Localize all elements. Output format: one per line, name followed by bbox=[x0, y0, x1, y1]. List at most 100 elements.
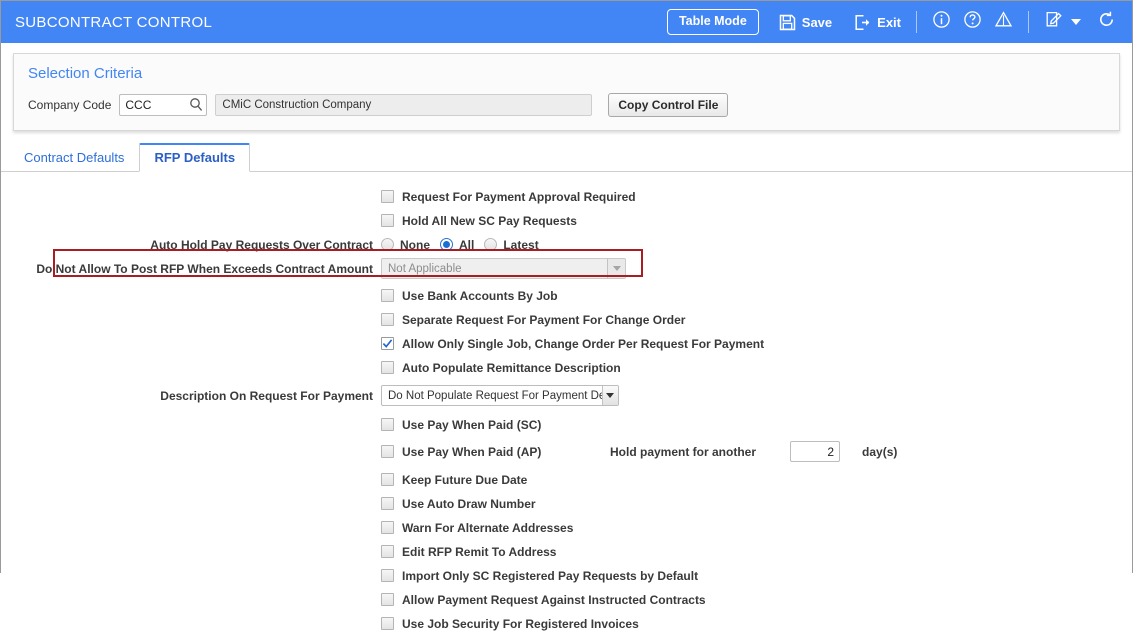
auto-hold-radio-latest-label: Latest bbox=[503, 237, 539, 252]
use-auto-draw-number-control: Use Auto Draw Number bbox=[381, 497, 536, 511]
description-on-request-select[interactable]: Do Not Populate Request For Payment Desc bbox=[381, 385, 619, 406]
use-pay-when-paid-ap-checkbox[interactable] bbox=[381, 445, 394, 458]
company-code-label: Company Code bbox=[28, 98, 112, 112]
dropdown-arrow-icon[interactable] bbox=[607, 259, 625, 278]
description-on-request-control: Do Not Populate Request For Payment Desc bbox=[381, 385, 619, 406]
allow-payment-request-instructed-control: Allow Payment Request Against Instructed… bbox=[381, 593, 706, 607]
content-area: Selection Criteria Company Code CMiC Con… bbox=[1, 43, 1132, 637]
auto-hold-radio-all[interactable] bbox=[440, 238, 453, 251]
form-row: Import Only SC Registered Pay Requests b… bbox=[1, 565, 1132, 586]
use-pay-when-paid-sc-control: Use Pay When Paid (SC) bbox=[381, 418, 541, 432]
hold-payment-days-input[interactable] bbox=[790, 441, 841, 462]
form-row: Use Pay When Paid (AP) Hold payment for … bbox=[1, 441, 1132, 462]
use-pay-when-paid-ap-control: Use Pay When Paid (AP) Hold payment for … bbox=[381, 441, 897, 462]
exit-button[interactable]: Exit bbox=[848, 12, 907, 33]
use-job-security-registered-invoices-label: Use Job Security For Registered Invoices bbox=[402, 616, 639, 631]
description-on-request-value: Do Not Populate Request For Payment Desc bbox=[388, 389, 602, 402]
form-row: Hold All New SC Pay Requests bbox=[1, 210, 1132, 231]
form-row: Separate Request For Payment For Change … bbox=[1, 309, 1132, 330]
tab-strip: Contract Defaults RFP Defaults bbox=[1, 143, 1132, 172]
rfp-defaults-form: Request For Payment Approval Required Ho… bbox=[1, 172, 1132, 634]
form-row: Auto Populate Remittance Description bbox=[1, 357, 1132, 378]
use-pay-when-paid-sc-label: Use Pay When Paid (SC) bbox=[402, 417, 542, 432]
hold-all-new-sc-pay-requests-label: Hold All New SC Pay Requests bbox=[402, 213, 577, 228]
toolbar-divider-2 bbox=[1028, 11, 1029, 33]
import-only-sc-registered-control: Import Only SC Registered Pay Requests b… bbox=[381, 569, 698, 583]
use-bank-accounts-by-job-checkbox[interactable] bbox=[381, 289, 394, 302]
auto-hold-radio-none-label: None bbox=[400, 237, 430, 252]
warning-button[interactable] bbox=[988, 8, 1019, 36]
dropdown-arrow-icon[interactable] bbox=[601, 386, 618, 405]
form-row: Keep Future Due Date bbox=[1, 469, 1132, 490]
separate-request-change-order-label: Separate Request For Payment For Change … bbox=[402, 312, 686, 327]
auto-hold-pay-requests-label: Auto Hold Pay Requests Over Contract bbox=[150, 237, 373, 252]
request-for-payment-approval-required-checkbox[interactable] bbox=[381, 190, 394, 203]
table-mode-button[interactable]: Table Mode bbox=[666, 9, 759, 35]
hold-payment-label: Hold payment for another bbox=[610, 444, 757, 459]
auto-hold-radio-latest[interactable] bbox=[484, 238, 498, 251]
form-row: Do Not Allow To Post RFP When Exceeds Co… bbox=[1, 258, 1132, 279]
help-button[interactable] bbox=[957, 8, 988, 36]
form-row: Description On Request For Payment Do No… bbox=[1, 385, 1132, 406]
post-rfp-exceeds-contract-select[interactable]: Not Applicable bbox=[381, 258, 626, 279]
tab-contract-defaults[interactable]: Contract Defaults bbox=[9, 144, 139, 171]
post-rfp-exceeds-contract-control: Not Applicable bbox=[381, 258, 626, 279]
allow-payment-request-instructed-checkbox[interactable] bbox=[381, 593, 394, 606]
import-only-sc-registered-checkbox[interactable] bbox=[381, 569, 394, 582]
allow-only-single-job-checkbox[interactable] bbox=[381, 337, 394, 350]
edit-rfp-remit-to-address-label: Edit RFP Remit To Address bbox=[402, 544, 557, 559]
keep-future-due-date-checkbox[interactable] bbox=[381, 473, 394, 486]
post-rfp-exceeds-contract-value: Not Applicable bbox=[388, 262, 462, 275]
edit-rfp-remit-to-address-checkbox[interactable] bbox=[381, 545, 394, 558]
hold-all-new-sc-pay-requests-control: Hold All New SC Pay Requests bbox=[381, 214, 577, 228]
refresh-icon bbox=[1097, 10, 1116, 34]
hold-payment-unit-label: day(s) bbox=[862, 444, 898, 459]
hold-all-new-sc-pay-requests-checkbox[interactable] bbox=[381, 214, 394, 227]
auto-hold-radio-none[interactable] bbox=[381, 238, 394, 251]
import-only-sc-registered-label: Import Only SC Registered Pay Requests b… bbox=[402, 568, 699, 583]
form-row: Warn For Alternate Addresses bbox=[1, 517, 1132, 538]
notes-icon bbox=[1044, 10, 1063, 34]
warn-for-alternate-addresses-checkbox[interactable] bbox=[381, 521, 394, 534]
request-for-payment-approval-required-label: Request For Payment Approval Required bbox=[402, 189, 636, 204]
separate-request-change-order-checkbox[interactable] bbox=[381, 313, 394, 326]
form-row: Auto Hold Pay Requests Over Contract Non… bbox=[1, 234, 1132, 255]
save-button[interactable]: Save bbox=[773, 12, 838, 33]
application-window: SUBCONTRACT CONTROL Table Mode Save Exit… bbox=[0, 0, 1133, 637]
use-job-security-registered-invoices-checkbox[interactable] bbox=[381, 617, 394, 630]
notes-button[interactable] bbox=[1038, 8, 1069, 36]
copy-control-file-button[interactable]: Copy Control File bbox=[608, 93, 729, 117]
allow-payment-request-instructed-label: Allow Payment Request Against Instructed… bbox=[402, 592, 706, 607]
auto-hold-radio-all-label: All bbox=[459, 237, 475, 252]
use-bank-accounts-by-job-label: Use Bank Accounts By Job bbox=[402, 288, 558, 303]
form-row: Edit RFP Remit To Address bbox=[1, 541, 1132, 562]
refresh-button[interactable] bbox=[1091, 8, 1122, 36]
selection-criteria-panel: Selection Criteria Company Code CMiC Con… bbox=[13, 53, 1120, 131]
info-button[interactable] bbox=[926, 8, 957, 36]
keep-future-due-date-control: Keep Future Due Date bbox=[381, 473, 527, 487]
use-pay-when-paid-sc-checkbox[interactable] bbox=[381, 418, 394, 431]
use-bank-accounts-by-job-control: Use Bank Accounts By Job bbox=[381, 289, 558, 303]
warn-for-alternate-addresses-label: Warn For Alternate Addresses bbox=[402, 520, 574, 535]
auto-hold-radio-group: None All Latest bbox=[381, 238, 549, 252]
form-row: Request For Payment Approval Required bbox=[1, 186, 1132, 207]
exit-icon bbox=[854, 14, 871, 31]
company-code-field-wrap bbox=[119, 94, 208, 116]
post-rfp-exceeds-contract-label: Do Not Allow To Post RFP When Exceeds Co… bbox=[36, 261, 373, 276]
use-job-security-registered-invoices-control: Use Job Security For Registered Invoices bbox=[381, 617, 639, 631]
page-title: SUBCONTRACT CONTROL bbox=[15, 13, 213, 31]
chevron-down-icon[interactable] bbox=[1071, 19, 1081, 25]
tab-rfp-defaults[interactable]: RFP Defaults bbox=[139, 143, 251, 172]
auto-populate-remittance-checkbox[interactable] bbox=[381, 361, 394, 374]
save-label: Save bbox=[801, 14, 833, 30]
use-pay-when-paid-ap-label: Use Pay When Paid (AP) bbox=[402, 444, 542, 459]
description-on-request-label: Description On Request For Payment bbox=[160, 388, 373, 403]
form-row: Allow Payment Request Against Instructed… bbox=[1, 589, 1132, 610]
company-name-display: CMiC Construction Company bbox=[215, 94, 593, 116]
company-code-input[interactable] bbox=[119, 94, 208, 116]
form-row: Use Auto Draw Number bbox=[1, 493, 1132, 514]
toolbar-divider-1 bbox=[916, 11, 917, 33]
help-icon bbox=[963, 10, 982, 34]
use-auto-draw-number-checkbox[interactable] bbox=[381, 497, 394, 510]
toolbar: Table Mode Save Exit bbox=[666, 8, 1122, 36]
